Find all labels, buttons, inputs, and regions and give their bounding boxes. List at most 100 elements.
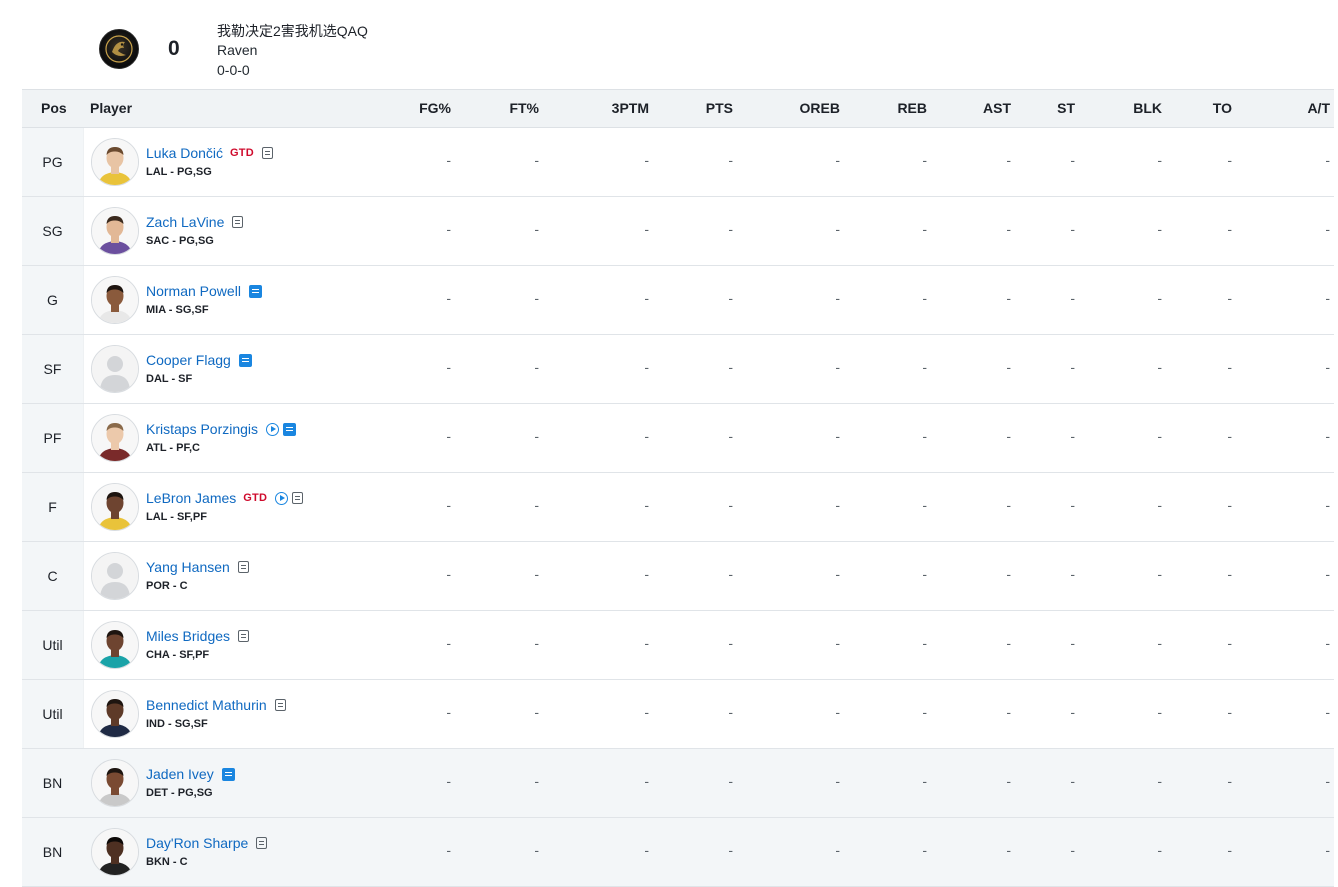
position-slot[interactable]: PG	[22, 128, 84, 196]
video-play-icon[interactable]	[275, 491, 289, 505]
column-header-ft[interactable]: FT%	[479, 90, 539, 127]
position-slot[interactable]: G	[22, 266, 84, 334]
stat-cell-pts: -	[728, 359, 733, 375]
column-header-pos[interactable]: Pos	[41, 90, 67, 127]
stat-cell-fg: -	[446, 221, 451, 237]
stat-cell-st: -	[1070, 290, 1075, 306]
stat-cell-fg: -	[446, 428, 451, 444]
player-note-icon[interactable]	[292, 492, 304, 504]
team-score: 0	[168, 37, 180, 60]
player-avatar[interactable]	[91, 483, 139, 531]
stat-cell-ast: -	[1006, 152, 1011, 168]
roster-table: Pos Player FG% FT% 3PTM PTS OREB REB AST ST BLK T…	[22, 89, 1334, 887]
player-note-icon[interactable]	[238, 630, 250, 642]
column-header-pts[interactable]: PTS	[673, 90, 733, 127]
player-note-icon[interactable]	[283, 422, 297, 436]
player-avatar[interactable]	[91, 138, 139, 186]
column-header-oreb[interactable]: OREB	[780, 90, 840, 127]
player-name-link[interactable]: LeBron James	[146, 490, 236, 506]
player-avatar[interactable]	[91, 207, 139, 255]
player-name-line: Miles Bridges	[146, 627, 250, 645]
column-header-3ptm[interactable]: 3PTM	[589, 90, 649, 127]
stat-cell-at: -	[1325, 704, 1330, 720]
player-note-icon[interactable]	[248, 284, 262, 298]
stat-cell-3ptm: -	[644, 428, 649, 444]
player-avatar[interactable]	[91, 759, 139, 807]
stat-cell-to: -	[1227, 359, 1232, 375]
stat-cell-blk: -	[1157, 497, 1162, 513]
stat-cell-st: -	[1070, 566, 1075, 582]
player-team-position: BKN - C	[146, 856, 188, 868]
stat-cell-ast: -	[1006, 773, 1011, 789]
player-avatar[interactable]	[91, 552, 139, 600]
stat-cell-ast: -	[1006, 635, 1011, 651]
player-note-icon[interactable]	[274, 699, 286, 711]
stat-cell-ast: -	[1006, 566, 1011, 582]
column-header-st[interactable]: ST	[1015, 90, 1075, 127]
stat-cell-3ptm: -	[644, 497, 649, 513]
player-name-line: Bennedict Mathurin	[146, 696, 286, 714]
player-avatar[interactable]	[91, 414, 139, 462]
player-note-icon[interactable]	[237, 561, 249, 573]
column-header-player[interactable]: Player	[90, 90, 132, 127]
player-name-link[interactable]: Day'Ron Sharpe	[146, 835, 248, 851]
player-avatar[interactable]	[91, 690, 139, 738]
raven-logo-icon[interactable]	[99, 29, 139, 69]
player-name-link[interactable]: Yang Hansen	[146, 559, 230, 575]
stat-cell-oreb: -	[835, 566, 840, 582]
stat-cell-ft: -	[534, 359, 539, 375]
player-name-line: Luka Dončić GTD	[146, 144, 273, 162]
table-row: C Yang Hansen POR - C - - - - - - - - - - -	[22, 542, 1334, 611]
player-note-icon[interactable]	[232, 216, 244, 228]
player-name-link[interactable]: Miles Bridges	[146, 628, 230, 644]
position-slot[interactable]: Util	[22, 680, 84, 748]
stat-cell-blk: -	[1157, 221, 1162, 237]
player-name-link[interactable]: Zach LaVine	[146, 214, 224, 230]
table-row: PF Kristaps Porzingis ATL - PF,C - - - - - - - - - -…	[22, 404, 1334, 473]
stat-cell-st: -	[1070, 635, 1075, 651]
player-name-line: Kristaps Porzingis	[146, 420, 297, 438]
stat-cell-st: -	[1070, 359, 1075, 375]
position-slot[interactable]: C	[22, 542, 84, 610]
player-note-icon[interactable]	[256, 837, 268, 849]
player-avatar[interactable]	[91, 828, 139, 876]
team-name[interactable]: 我勒决定2害我机选QAQ	[217, 21, 368, 41]
player-note-icon[interactable]	[261, 147, 273, 159]
stat-cell-st: -	[1070, 842, 1075, 858]
player-name-link[interactable]: Luka Dončić	[146, 145, 223, 161]
position-slot[interactable]: SG	[22, 197, 84, 265]
stat-cell-at: -	[1325, 428, 1330, 444]
player-name-link[interactable]: Jaden Ivey	[146, 766, 214, 782]
player-avatar[interactable]	[91, 276, 139, 324]
stat-cell-at: -	[1325, 566, 1330, 582]
player-name-link[interactable]: Cooper Flagg	[146, 352, 231, 368]
stat-cell-ast: -	[1006, 290, 1011, 306]
position-slot[interactable]: PF	[22, 404, 84, 472]
player-note-icon[interactable]	[238, 353, 252, 367]
stat-cell-pts: -	[728, 497, 733, 513]
stat-cell-reb: -	[922, 152, 927, 168]
column-header-reb[interactable]: REB	[867, 90, 927, 127]
column-header-blk[interactable]: BLK	[1102, 90, 1162, 127]
player-avatar[interactable]	[91, 345, 139, 393]
stat-cell-pts: -	[728, 428, 733, 444]
column-header-ast[interactable]: AST	[951, 90, 1011, 127]
player-name-link[interactable]: Kristaps Porzingis	[146, 421, 258, 437]
video-play-icon[interactable]	[266, 422, 280, 436]
position-slot[interactable]: F	[22, 473, 84, 541]
player-avatar[interactable]	[91, 621, 139, 669]
column-header-to[interactable]: TO	[1172, 90, 1232, 127]
player-name-link[interactable]: Bennedict Mathurin	[146, 697, 267, 713]
column-header-fg[interactable]: FG%	[391, 90, 451, 127]
player-name-link[interactable]: Norman Powell	[146, 283, 241, 299]
position-slot[interactable]: Util	[22, 611, 84, 679]
player-note-icon[interactable]	[221, 767, 235, 781]
position-slot[interactable]: BN	[22, 818, 83, 886]
position-slot[interactable]: BN	[22, 749, 83, 817]
stat-cell-blk: -	[1157, 773, 1162, 789]
stat-cell-fg: -	[446, 635, 451, 651]
stat-cell-blk: -	[1157, 428, 1162, 444]
position-slot[interactable]: SF	[22, 335, 84, 403]
column-header-at[interactable]: A/T	[1270, 90, 1330, 127]
stat-cell-fg: -	[446, 497, 451, 513]
